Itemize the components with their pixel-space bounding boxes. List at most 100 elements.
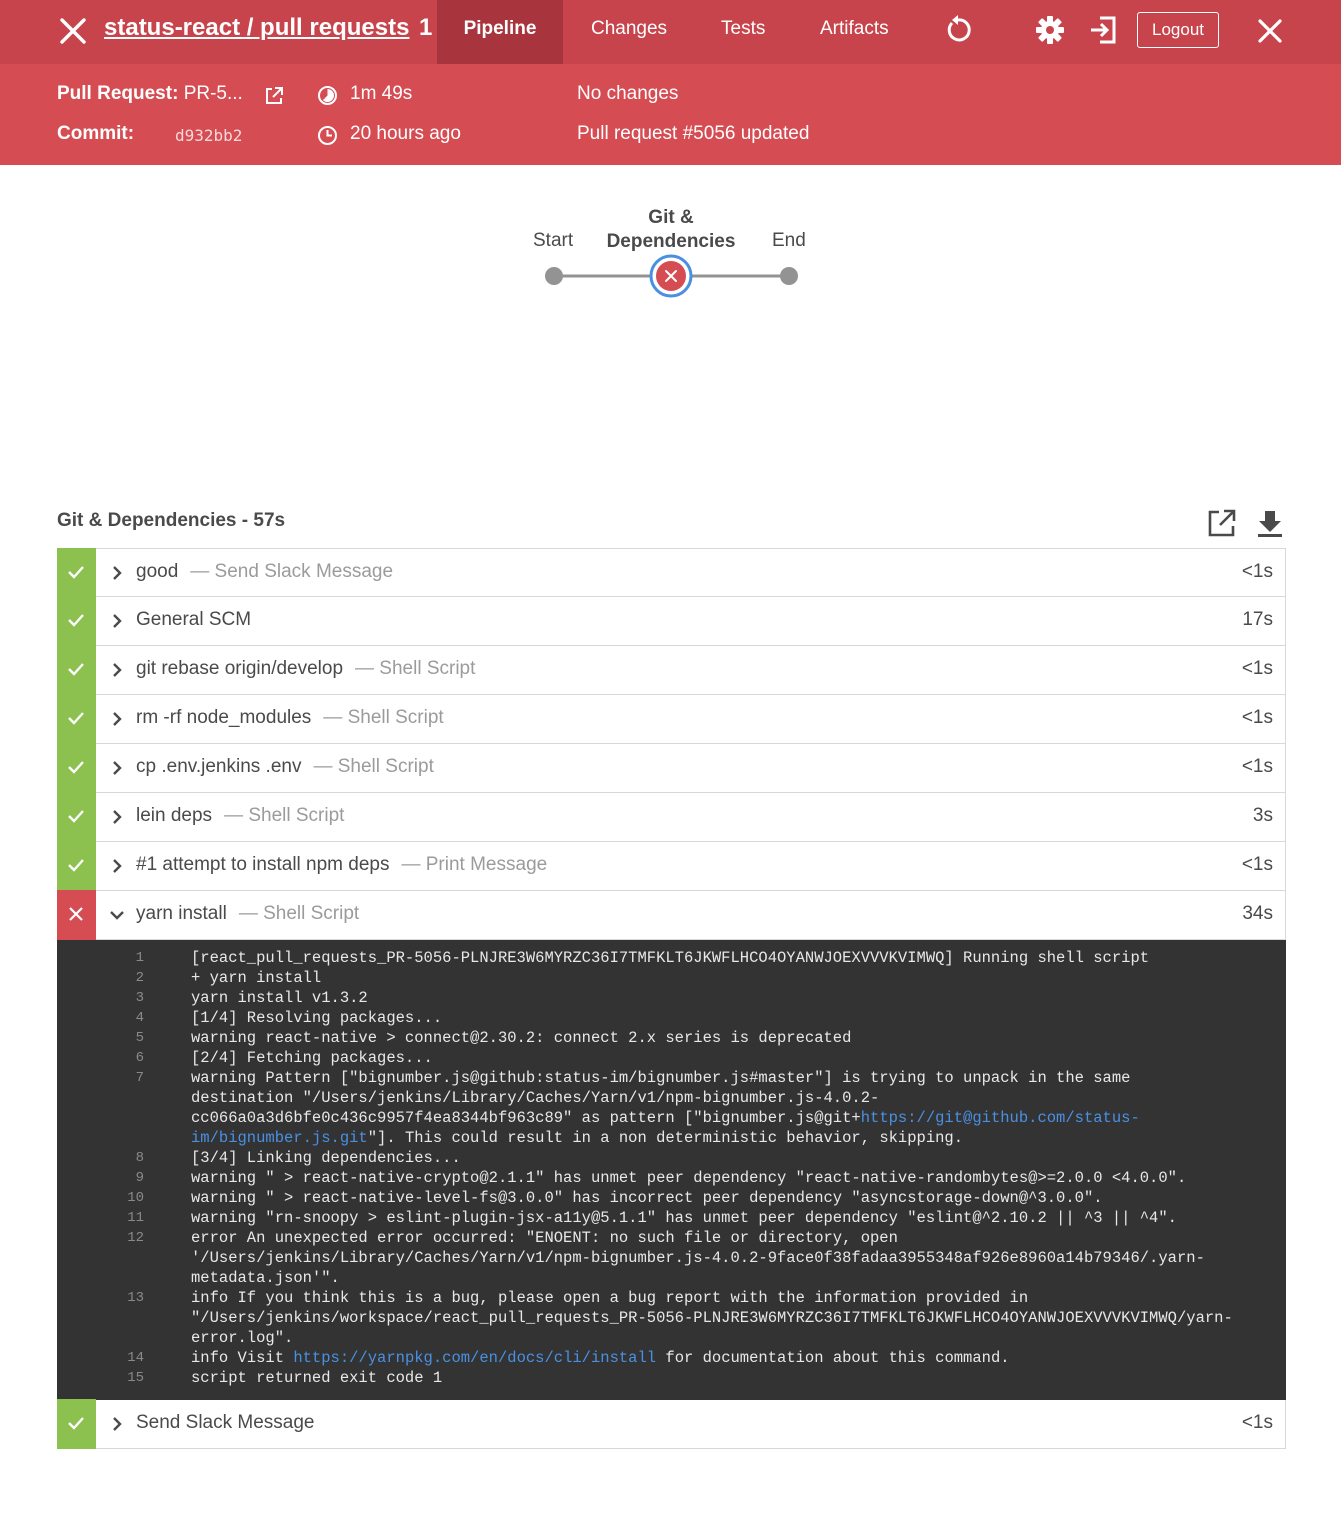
step-row[interactable]: General SCM 17s xyxy=(57,596,1286,646)
step-status xyxy=(57,841,96,891)
end-node[interactable] xyxy=(780,267,798,285)
step-row[interactable]: rm -rf node_modules — Shell Script <1s xyxy=(57,694,1286,744)
chevron-right-icon[interactable] xyxy=(110,565,124,581)
close-icon[interactable] xyxy=(58,16,88,46)
step-row[interactable]: #1 attempt to install npm deps — Print Me… xyxy=(57,841,1286,891)
log-text: [3/4] Linking dependencies... xyxy=(191,1149,461,1167)
chevron-down-icon[interactable] xyxy=(110,907,124,923)
commit-hash[interactable]: d932bb2 xyxy=(175,126,242,145)
check-icon xyxy=(68,859,84,872)
step-row[interactable]: yarn install — Shell Script 34s xyxy=(57,890,1286,940)
step-duration: 17s xyxy=(1242,609,1273,630)
check-icon xyxy=(68,566,84,579)
close-icon[interactable] xyxy=(1256,17,1284,45)
chevron-right-icon[interactable] xyxy=(110,662,124,678)
external-link-icon[interactable] xyxy=(264,86,284,106)
step-duration: <1s xyxy=(1241,756,1273,777)
pipeline-graph-svg xyxy=(545,254,798,298)
stage-node-git-dependencies[interactable] xyxy=(649,254,693,298)
step-row[interactable]: Send Slack Message <1s xyxy=(57,1399,1286,1449)
start-node[interactable] xyxy=(545,267,563,285)
log-text: [react_pull_requests_PR-5056-PLNJRE3W6MY… xyxy=(191,949,1150,967)
check-icon xyxy=(68,663,84,676)
node-label-git-dependencies: Git & Dependencies xyxy=(605,206,737,254)
stage-title: Git & Dependencies - 57s xyxy=(57,510,286,531)
chevron-right-icon[interactable] xyxy=(110,809,124,825)
step-row[interactable]: good — Send Slack Message <1s xyxy=(57,548,1286,598)
log-line-text: warning " > react-native-crypto@2.1.1" h… xyxy=(144,1168,1286,1188)
log-line-text: script returned exit code 1 xyxy=(144,1368,1286,1388)
run-number: 1 xyxy=(419,14,433,41)
chevron-right-icon[interactable] xyxy=(110,858,124,874)
check-icon xyxy=(68,1417,84,1430)
tab-artifacts[interactable]: Artifacts xyxy=(820,0,889,64)
step-name-wrap: good — Send Slack Message xyxy=(136,561,393,583)
commit-label: Commit: xyxy=(57,123,135,144)
chevron-right-icon[interactable] xyxy=(110,711,124,727)
run-duration: 1m 49s xyxy=(350,83,413,104)
chevron-right-icon[interactable] xyxy=(110,760,124,776)
log-line: 10 warning " > react-native-level-fs@3.0.… xyxy=(58,1188,1286,1208)
log-text: warning " > react-native-level-fs@3.0.0"… xyxy=(191,1189,1103,1207)
step-name-wrap: Send Slack Message xyxy=(136,1412,315,1434)
step-name-wrap: lein deps — Shell Script xyxy=(136,805,344,827)
step-row[interactable]: cp .env.jenkins .env — Shell Script <1s xyxy=(57,743,1286,793)
run-summary: Pull Request: PR-5... Commit: d932bb2 1m… xyxy=(0,64,1341,165)
tab-changes[interactable]: Changes xyxy=(591,0,667,64)
pr-label: Pull Request: xyxy=(57,83,179,104)
tab-pipeline[interactable]: Pipeline xyxy=(437,0,563,64)
step-name-wrap: #1 attempt to install npm deps — Print Me… xyxy=(136,854,547,876)
step-row[interactable]: git rebase origin/develop — Shell Script <… xyxy=(57,645,1286,695)
log-line: 13 info If you think this is a bug, pleas… xyxy=(58,1288,1286,1348)
log-line-number: 11 xyxy=(127,1210,144,1226)
log-line-number: 10 xyxy=(127,1190,144,1206)
log-line: 1 [react_pull_requests_PR-5056-PLNJRE3W6M… xyxy=(58,948,1286,968)
download-icon[interactable] xyxy=(1255,508,1285,538)
exit-icon[interactable] xyxy=(1088,14,1120,46)
step-status xyxy=(57,596,96,646)
log-line-text: warning react-native > connect@2.30.2: c… xyxy=(144,1028,1286,1048)
step-name-wrap: yarn install — Shell Script xyxy=(136,903,359,925)
changes-summary: No changes xyxy=(577,83,679,104)
log-line-text: warning "rn-snoopy > eslint-plugin-jsx-a… xyxy=(144,1208,1286,1228)
pr-value: PR-5... xyxy=(183,83,243,104)
step-row[interactable]: lein deps — Shell Script 3s xyxy=(57,792,1286,842)
log-line-text: warning Pattern ["bignumber.js@github:st… xyxy=(144,1068,1286,1148)
step-log: 1 [react_pull_requests_PR-5056-PLNJRE3W6M… xyxy=(57,940,1286,1400)
step-description: — Send Slack Message xyxy=(190,561,394,582)
open-blue-ocean-icon[interactable] xyxy=(1207,508,1237,538)
log-text-after: "]. This could result in a non determini… xyxy=(367,1129,964,1147)
duration-icon xyxy=(318,86,337,105)
step-name: yarn install xyxy=(136,903,227,924)
step-status xyxy=(57,645,96,695)
log-text: script returned exit code 1 xyxy=(191,1369,443,1387)
chevron-right-icon[interactable] xyxy=(110,613,124,629)
steps-list: good — Send Slack Message <1s General SCM 17… xyxy=(57,548,1286,1449)
run-time-ago: 20 hours ago xyxy=(350,123,461,144)
step-duration: <1s xyxy=(1241,854,1273,875)
log-line: 4 [1/4] Resolving packages... xyxy=(58,1008,1286,1028)
log-line-text: [2/4] Fetching packages... xyxy=(144,1048,1286,1068)
log-line-number: 13 xyxy=(127,1290,144,1306)
chevron-right-icon[interactable] xyxy=(110,1416,124,1432)
pipeline-title-link[interactable]: status-react / pull requests xyxy=(104,14,409,42)
step-duration: <1s xyxy=(1241,561,1273,582)
node-label-start: Start xyxy=(533,230,574,251)
step-name: good xyxy=(136,561,179,582)
step-description: — Shell Script xyxy=(224,805,345,826)
log-line: 5 warning react-native > connect@2.30.2: … xyxy=(58,1028,1286,1048)
log-line-number: 12 xyxy=(127,1230,144,1246)
step-description: — Shell Script xyxy=(238,903,360,924)
log-line-number: 1 xyxy=(135,950,144,966)
log-line: 8 [3/4] Linking dependencies... xyxy=(58,1148,1286,1168)
log-text: info Visit xyxy=(191,1349,294,1367)
log-line-number: 2 xyxy=(135,970,144,986)
log-link[interactable]: https://yarnpkg.com/en/docs/cli/install xyxy=(293,1349,656,1367)
check-icon xyxy=(68,761,84,774)
log-line-text: info Visit https://yarnpkg.com/en/docs/c… xyxy=(144,1348,1286,1368)
gear-icon[interactable] xyxy=(1034,14,1066,46)
logout-button[interactable]: Logout xyxy=(1137,12,1219,48)
tab-tests[interactable]: Tests xyxy=(721,0,765,64)
step-name: git rebase origin/develop xyxy=(136,658,344,679)
replay-icon[interactable] xyxy=(942,14,974,46)
